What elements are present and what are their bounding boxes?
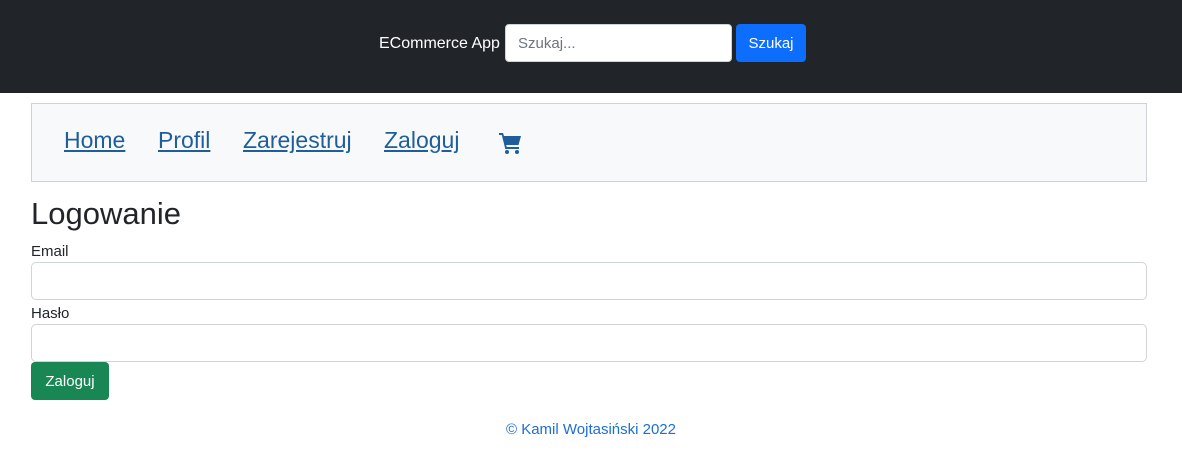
nav-link-profil[interactable]: Profil [158,127,210,154]
cart-icon-graphic [499,133,521,154]
login-button[interactable]: Zaloguj [31,362,109,400]
nav-link-home[interactable]: Home [64,127,125,154]
main-nav: Home Profil Zarejestruj Zaloguj [31,103,1147,182]
brand-name[interactable]: ECommerce App [379,35,500,53]
password-field[interactable] [31,324,1147,362]
nav-link-zarejestruj[interactable]: Zarejestruj [243,127,352,154]
password-label: Hasło [31,305,70,322]
nav-link-zaloguj[interactable]: Zaloguj [384,127,459,154]
footer-copyright: © Kamil Wojtasiński 2022 [505,421,676,438]
page-title: Logowanie [31,196,181,231]
cart-icon[interactable] [498,131,523,155]
search-button[interactable]: Szukaj [736,24,806,62]
email-field[interactable] [31,262,1147,300]
email-label: Email [31,243,69,260]
search-input[interactable] [505,24,732,62]
top-navbar: ECommerce App Szukaj [0,0,1182,93]
